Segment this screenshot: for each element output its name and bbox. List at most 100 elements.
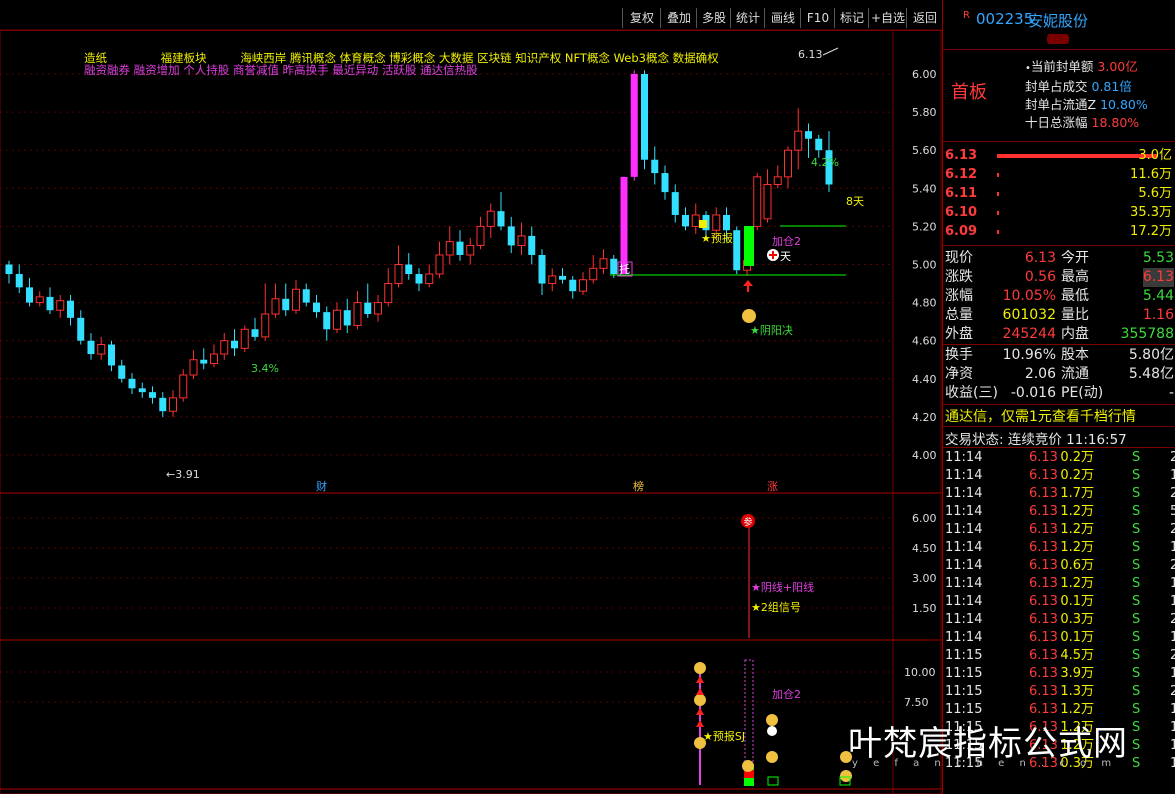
high-label: 6.13: [798, 48, 823, 61]
tick-side: S: [1132, 576, 1141, 591]
price-axis-label: 4.00: [912, 449, 937, 462]
concept-tag[interactable]: 商誉减值: [233, 63, 279, 77]
tick-row: 11:14 6.13 0.2万 S 2: [943, 449, 1175, 467]
candle-body: [559, 275, 566, 280]
tick-side: S: [1132, 486, 1141, 501]
promo-link[interactable]: 通达信，仅需1元查看千档行情: [945, 406, 1136, 426]
ob-volume: 11.6万: [1130, 167, 1172, 182]
price-axis-label: 4.20: [912, 411, 937, 424]
seal-value: 10.80%: [1100, 97, 1148, 112]
concept-tag[interactable]: 通达信热股: [420, 63, 478, 77]
money-bag-icon: [742, 309, 756, 323]
seal-label: 封单占成交: [1025, 79, 1088, 94]
candle-body: [517, 235, 526, 246]
candle-body: [261, 313, 270, 338]
candle-body: [282, 298, 290, 311]
quote-row: 涨幅 10.05% 最低 5.44: [943, 287, 1175, 306]
tick-row: 11:14 6.13 1.2万 S 1: [943, 539, 1175, 557]
tick-count: 1: [1170, 738, 1175, 753]
order-book-row[interactable]: 6.13 3.0亿: [943, 146, 1175, 165]
seal-label: 十日总涨幅: [1025, 115, 1088, 130]
candle-body: [651, 159, 659, 174]
tick-count: 2: [1170, 684, 1175, 699]
tick-side: S: [1132, 684, 1141, 699]
order-book-row[interactable]: 6.12 11.6万: [943, 165, 1175, 184]
tick-count: 1: [1170, 594, 1175, 609]
quote-value: 10.05%: [1002, 288, 1056, 304]
tick-row: 11:14 6.13 1.7万 S 2: [943, 485, 1175, 503]
tick-price: 6.13: [1029, 450, 1058, 465]
tick-count: 2: [1170, 522, 1175, 537]
concept-tag[interactable]: Web3概念: [614, 51, 669, 65]
ob-bar: [997, 173, 999, 177]
candle-body: [189, 359, 198, 376]
quote-value: 355788: [1120, 326, 1174, 342]
ind2-axis-label: 7.50: [904, 696, 929, 709]
candle-body: [630, 74, 638, 177]
quote-value: 2.06: [1024, 366, 1056, 382]
candle-body: [210, 353, 218, 365]
tick-price: 6.13: [1029, 684, 1058, 699]
quote-label: 总量: [945, 307, 973, 323]
tick-time: 11:14: [945, 540, 983, 555]
candle-body: [712, 214, 721, 231]
ob-price: 6.11: [945, 186, 978, 201]
candle-body: [200, 359, 208, 364]
concept-tag[interactable]: 融资融券: [84, 63, 130, 77]
quote-row: 净资 2.06 流通 5.48亿: [943, 365, 1175, 384]
quote-row: 收益(三) -0.016 PE(动) -: [943, 384, 1175, 403]
quote-value: 5.44: [1142, 288, 1174, 304]
quote-label: 外盘: [945, 326, 973, 342]
seal-label: 封单占流通Z: [1025, 97, 1097, 112]
quote-row: 外盘 245244 内盘 355788: [943, 325, 1175, 344]
ob-price: 6.09: [945, 224, 978, 239]
candle-body: [497, 211, 505, 227]
concept-tag[interactable]: 个人持股: [183, 63, 229, 77]
ind1-axis-label: 4.50: [912, 542, 937, 555]
candle-body: [15, 274, 23, 288]
candle-body: [599, 258, 608, 269]
up-arrow-icon: [743, 280, 753, 286]
candle-body: [77, 317, 85, 341]
candle-body: [313, 302, 320, 313]
tick-row: 11:14 6.13 1.2万 S 5: [943, 503, 1175, 521]
tick-time: 11:14: [945, 630, 983, 645]
tick-row: 11:15 6.13 4.5万 S 2: [943, 647, 1175, 665]
kline-chart[interactable]: 6.00 5.80 5.60 5.40 5.20 5.00 4.80 4.60 4.40 4.20…: [0, 0, 942, 794]
tick-price: 6.13: [1029, 630, 1058, 645]
stock-code[interactable]: 002235: [976, 10, 1033, 28]
quote-value: 6.13: [1024, 250, 1056, 266]
tick-volume: 0.2万: [1060, 468, 1094, 483]
concept-tag[interactable]: 活跃股: [382, 63, 417, 77]
candle-body: [292, 288, 300, 311]
tick-side: S: [1132, 450, 1141, 465]
candle-body: [528, 235, 536, 255]
stock-name[interactable]: 安妮股份: [1028, 10, 1088, 31]
collapse-chevron-icon[interactable]: [1047, 34, 1069, 44]
concept-tag[interactable]: 知识产权: [515, 51, 561, 65]
concept-tag[interactable]: 区块链: [477, 51, 512, 65]
concept-tag[interactable]: 融资增加: [134, 63, 180, 77]
quote-label: PE(动): [1061, 385, 1104, 401]
price-axis-label: 5.40: [912, 182, 937, 195]
order-book-row[interactable]: 6.09 17.2万: [943, 222, 1175, 241]
tick-time: 11:15: [945, 648, 983, 663]
signal2-label: ★2组信号: [751, 600, 801, 614]
trade-status-label: 交易状态: 连续竞价: [945, 432, 1062, 448]
concept-tag[interactable]: NFT概念: [565, 51, 610, 65]
tick-row: 11:15 6.13 3.9万 S 1: [943, 665, 1175, 683]
tick-side: S: [1132, 540, 1141, 555]
concept-tag[interactable]: 数据确权: [673, 51, 719, 65]
quote-label: 换手: [945, 347, 973, 363]
order-book-row[interactable]: 6.11 5.6万: [943, 184, 1175, 203]
price-axis-label: 5.20: [912, 220, 937, 233]
quote-value: 1.16: [1142, 307, 1174, 323]
tick-volume: 0.6万: [1060, 558, 1094, 573]
concept-tag[interactable]: 最近异动: [332, 63, 378, 77]
tick-volume: 1.2万: [1060, 576, 1094, 591]
order-book-row[interactable]: 6.10 35.3万: [943, 203, 1175, 222]
tick-price: 6.13: [1029, 504, 1058, 519]
concept-tags-row2: 融资融券 融资增加 个人持股 商誉减值 昨高换手 最近异动 活跃股 通达信热股: [84, 62, 478, 78]
quote-row: 总量 601032 量比 1.16: [943, 306, 1175, 325]
concept-tag[interactable]: 昨高换手: [283, 63, 329, 77]
